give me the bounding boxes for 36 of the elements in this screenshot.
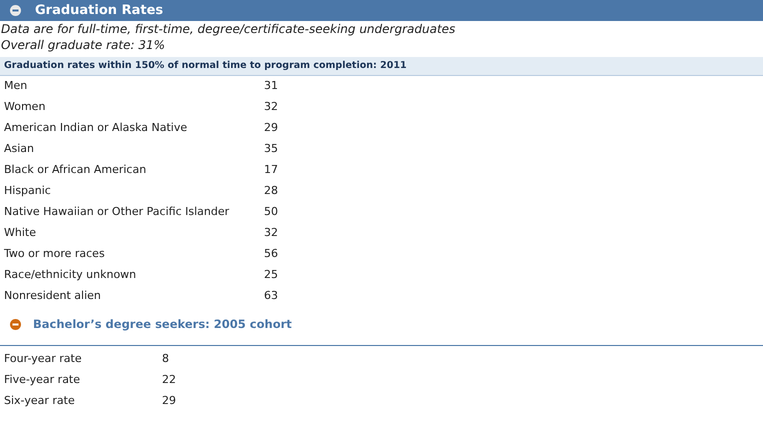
row-value: 17 <box>264 162 278 178</box>
row-value: 63 <box>264 288 278 304</box>
collapse-icon[interactable] <box>10 5 21 16</box>
row-label: Black or African American <box>4 162 148 178</box>
row-label: Native Hawaiian or Other Pacific Islander <box>4 204 230 220</box>
row-value: 29 <box>162 392 176 408</box>
table-caption: Graduation rates within 150% of normal time to program completion: 2011 <box>0 57 763 76</box>
row-label: Two or more races <box>4 246 106 262</box>
row-label: Men <box>4 78 28 94</box>
row-label: Five-year rate <box>4 372 82 388</box>
section-title: Graduation Rates <box>35 2 164 20</box>
row-value: 8 <box>162 350 169 366</box>
row-value: 56 <box>264 246 278 262</box>
row-label: White <box>4 225 37 242</box>
row-value: 35 <box>264 141 278 158</box>
row-label: Women <box>4 99 46 116</box>
row-label: Nonresident alien <box>4 288 102 304</box>
section-header[interactable]: Graduation Rates <box>0 0 763 21</box>
note-text: Data are for full-time, first-time, degree/certificate-seeking undergraduates <box>0 21 456 37</box>
row-value: 28 <box>264 183 278 200</box>
row-value: 31 <box>264 78 278 94</box>
row-label: Asian <box>4 141 36 158</box>
row-value: 29 <box>264 120 278 136</box>
row-label: American Indian or Alaska Native <box>4 120 188 136</box>
row-label: Six-year rate <box>4 392 76 408</box>
row-value: 25 <box>264 267 278 284</box>
note-text: Overall graduate rate: 31% <box>0 37 165 53</box>
row-label: Race/ethnicity unknown <box>4 267 138 284</box>
row-label: Four-year rate <box>4 350 83 366</box>
row-value: 50 <box>264 204 278 220</box>
row-value: 32 <box>264 99 278 116</box>
subsection-title[interactable]: Bachelor’s degree seekers: 2005 cohort <box>33 316 292 334</box>
collapse-icon[interactable] <box>10 319 21 330</box>
row-value: 32 <box>264 225 278 242</box>
row-label: Hispanic <box>4 183 52 200</box>
row-value: 22 <box>162 372 176 388</box>
